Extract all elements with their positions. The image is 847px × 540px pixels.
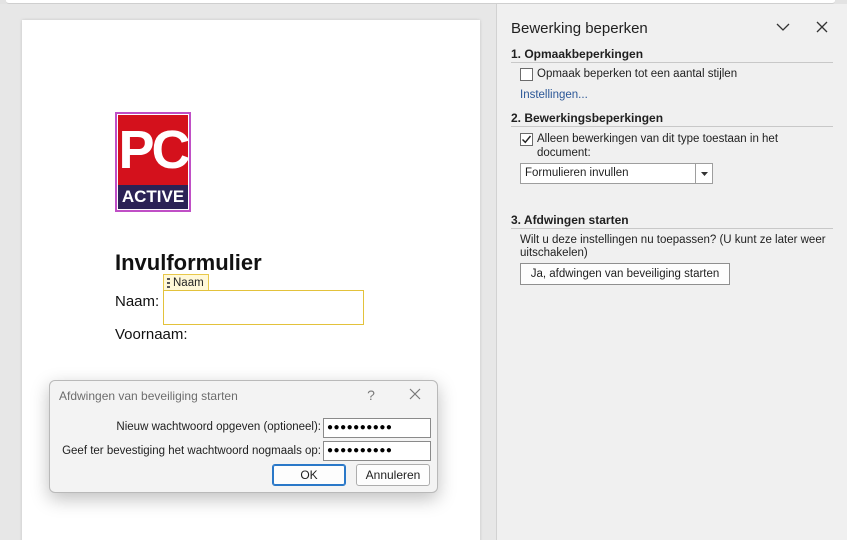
settings-link[interactable]: Instellingen...	[520, 89, 588, 101]
editing-restriction-checkbox[interactable]	[520, 133, 533, 146]
logo-pc-text: PC	[118, 115, 191, 185]
editing-type-select[interactable]: Formulieren invullen	[520, 163, 713, 184]
formatting-restriction-label[interactable]: Opmaak beperken tot een aantal stijlen	[537, 67, 737, 81]
new-password-label: Nieuw wachtwoord opgeven (optioneel):	[116, 421, 321, 433]
pc-active-logo[interactable]: PC ACTIVE	[115, 112, 191, 212]
editing-restriction-label[interactable]: Alleen bewerkingen van dit type toestaan…	[537, 132, 829, 160]
start-enforcement-dialog: Afdwingen van beveiliging starten ? Nieu…	[49, 380, 438, 493]
voornaam-label: Voornaam:	[115, 326, 188, 343]
start-enforcement-button[interactable]: Ja, afdwingen van beveiliging starten	[520, 263, 730, 285]
section-editing-heading: 2. Bewerkingsbeperkingen	[511, 111, 833, 127]
close-icon[interactable]	[408, 387, 422, 401]
close-icon[interactable]	[815, 20, 829, 34]
ok-button[interactable]: OK	[272, 464, 346, 486]
chevron-down-icon[interactable]	[776, 20, 790, 34]
pane-title: Bewerking beperken	[511, 20, 648, 37]
cancel-button[interactable]: Annuleren	[356, 464, 430, 486]
section-formatting-heading: 1. Opmaakbeperkingen	[511, 47, 833, 63]
confirm-password-label: Geef ter bevestiging het wachtwoord nogm…	[62, 445, 321, 457]
confirm-password-input[interactable]: ●●●●●●●●●●	[323, 441, 431, 461]
logo-active-text: ACTIVE	[118, 185, 188, 209]
caret-down-icon	[701, 172, 708, 176]
drag-handle-icon[interactable]	[167, 278, 170, 289]
help-icon[interactable]: ?	[364, 387, 378, 403]
dialog-title: Afdwingen van beveiliging starten	[59, 389, 238, 403]
naam-label: Naam:	[115, 293, 160, 310]
editing-type-value: Formulieren invullen	[525, 167, 629, 179]
section-enforcement-heading: 3. Afdwingen starten	[511, 213, 833, 229]
naam-content-control[interactable]	[163, 290, 364, 325]
checkmark-icon	[522, 135, 532, 144]
document-title: Invulformulier	[115, 250, 262, 275]
new-password-input[interactable]: ●●●●●●●●●●	[323, 418, 431, 438]
enforcement-description: Wilt u deze instellingen nu toepassen? (…	[520, 234, 826, 259]
formatting-restriction-checkbox[interactable]	[520, 68, 533, 81]
restrict-editing-pane: Bewerking beperken 1. Opmaakbeperkingen …	[496, 4, 847, 540]
dropdown-arrow[interactable]	[695, 164, 712, 183]
